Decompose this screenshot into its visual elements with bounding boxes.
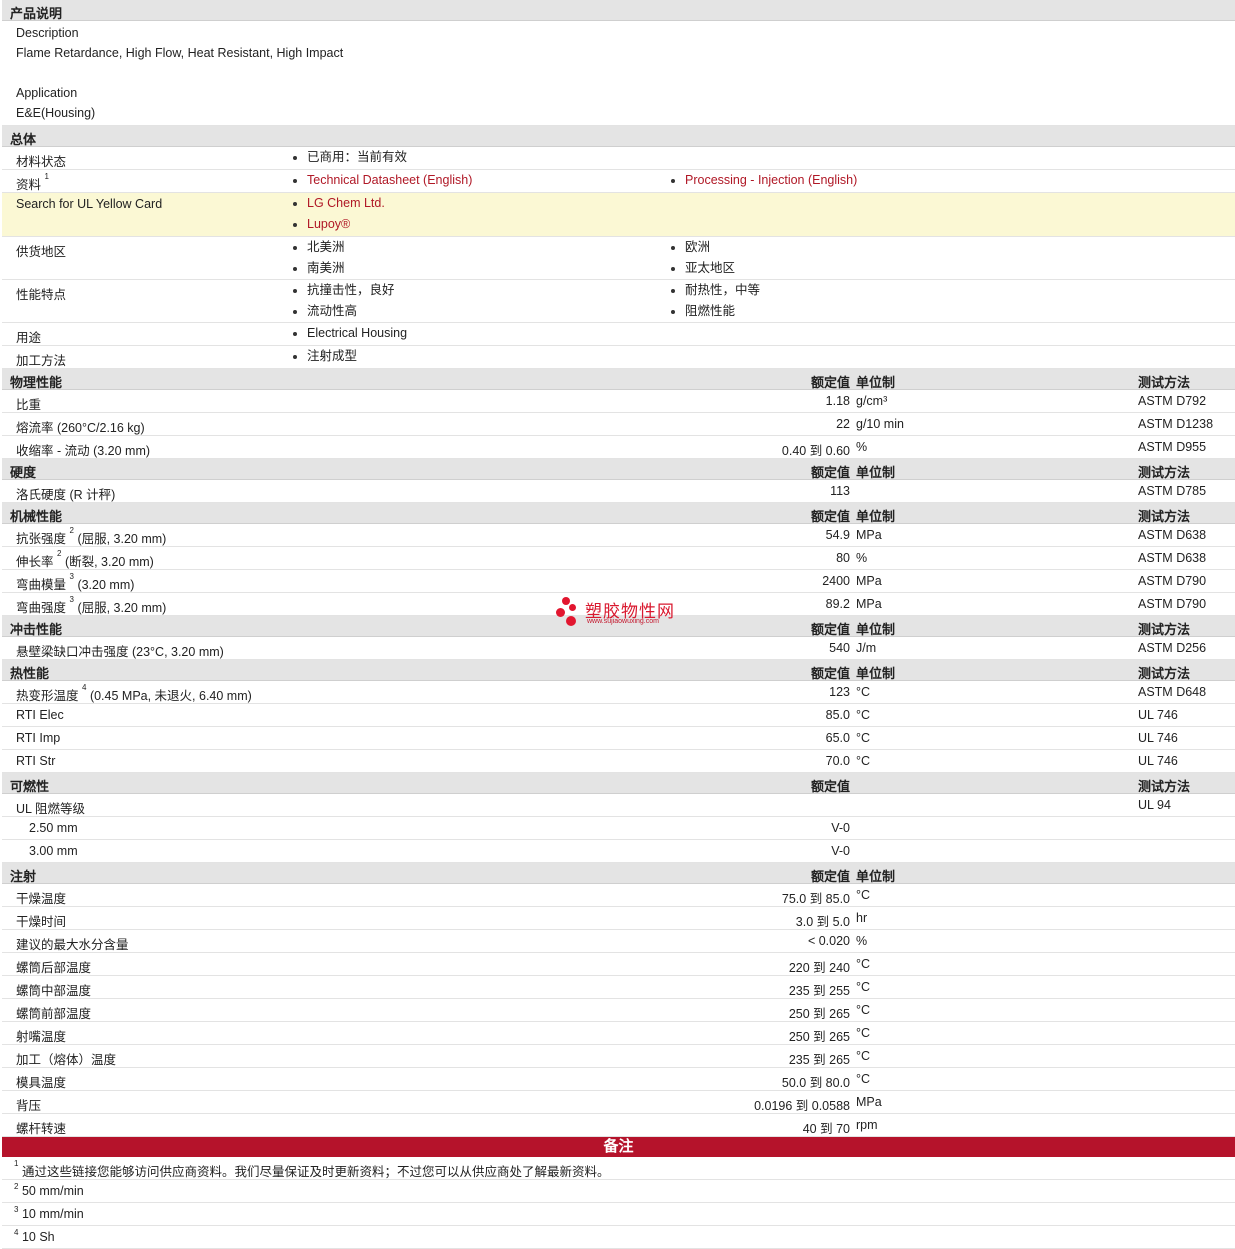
description-text: Flame Retardance, High Flow, Heat Resist… [16, 46, 344, 60]
logo-dots-icon [555, 595, 581, 629]
table-row: 比重 1.18 g/cm³ ASTM D792 [2, 390, 1235, 413]
table-row: RTI Str 70.0 °C UL 746 [2, 750, 1235, 773]
table-row: 螺筒前部温度 250 到 265 °C [2, 999, 1235, 1022]
description-label: Description [16, 26, 79, 40]
table-row: 干燥温度 75.0 到 85.0 °C [2, 884, 1235, 907]
table-row: 模具温度 50.0 到 80.0 °C [2, 1068, 1235, 1091]
lg-chem-link[interactable]: LG Chem Ltd. [292, 193, 385, 214]
table-row: 建议的最大水分含量 < 0.020% [2, 930, 1235, 953]
table-row: 洛氏硬度 (R 计秤) 113 ASTM D785 [2, 480, 1235, 503]
section-header-description: 产品说明 [2, 0, 1235, 21]
section-header-hardness: 硬度 额定值 单位制 测试方法 [2, 459, 1235, 480]
section-header-injection: 注射 额定值 单位制 [2, 863, 1235, 884]
datasheet: 产品说明 Description Flame Retardance, High … [2, 0, 1235, 1249]
row-features: 性能特点 抗撞击性，良好 流动性高 耐热性，中等 阻燃性能 [2, 280, 1235, 323]
table-row: 熔流率 (260°C/2.16 kg) 22 g/10 min ASTM D12… [2, 413, 1235, 436]
row-ul-yellow-card: Search for UL Yellow Card LG Chem Ltd. L… [2, 193, 1235, 237]
watermark-url: www.sujiaowuxing.com [587, 618, 659, 625]
table-row: RTI Imp 65.0 °C UL 746 [2, 727, 1235, 750]
table-row: 螺筒后部温度 220 到 240 °C [2, 953, 1235, 976]
footnote: 4 10 Sh [2, 1226, 1235, 1249]
footnote: 3 10 mm/min [2, 1203, 1235, 1226]
table-row: 螺杆转速 40 到 70 rpm [2, 1114, 1235, 1137]
list-item: 抗撞击性，良好 [292, 280, 395, 301]
table-row: 螺筒中部温度 235 到 255 °C [2, 976, 1235, 999]
list-item: 阻燃性能 [670, 301, 760, 322]
section-header-mechanical: 机械性能 额定值 单位制 测试方法 [2, 503, 1235, 524]
table-row: 3.00 mm V-0 [2, 840, 1235, 863]
table-row: 2.50 mm V-0 [2, 817, 1235, 840]
table-row: 悬壁梁缺口冲击强度 (23°C, 3.20 mm) 540 J/m ASTM D… [2, 637, 1235, 660]
list-item: Electrical Housing [292, 323, 407, 344]
description-block: Description Flame Retardance, High Flow,… [2, 21, 1235, 126]
list-item: 流动性高 [292, 301, 395, 322]
application-label: Application [16, 86, 78, 100]
table-row: UL 阻燃等级 UL 94 [2, 794, 1235, 817]
list-item: 注射成型 [292, 346, 357, 367]
list-item: 南美洲 [292, 258, 345, 279]
list-item: 北美洲 [292, 237, 345, 258]
application-text: E&E(Housing) [16, 106, 96, 120]
list-item: 欧洲 [670, 237, 735, 258]
table-row: 伸长率 2 (断裂, 3.20 mm) 80 % ASTM D638 [2, 547, 1235, 570]
footnote: 2 50 mm/min [2, 1180, 1235, 1203]
row-literature: 资料 1 Technical Datasheet (English) Proce… [2, 170, 1235, 193]
table-row: 干燥时间 3.0 到 5.0 hr [2, 907, 1235, 930]
lupoy-link[interactable]: Lupoy® [292, 214, 385, 235]
section-header-general: 总体 [2, 126, 1235, 147]
table-row: 收缩率 - 流动 (3.20 mm) 0.40 到 0.60 % ASTM D9… [2, 436, 1235, 459]
footnote: 1 通过这些链接您能够访问供应商资料。我们尽量保证及时更新资料；不过您可以从供应… [2, 1157, 1235, 1180]
section-header-physical: 物理性能 额定值 单位制 测试方法 [2, 369, 1235, 390]
technical-datasheet-link[interactable]: Technical Datasheet (English) [292, 170, 472, 191]
table-row: 抗张强度 2 (屈服, 3.20 mm) 54.9 MPa ASTM D638 [2, 524, 1235, 547]
section-header-thermal: 热性能 额定值 单位制 测试方法 [2, 660, 1235, 681]
watermark-logo: 塑胶物性网 www.sujiaowuxing.com [555, 595, 695, 629]
notes-header: 备注 [2, 1137, 1235, 1157]
table-row: 热变形温度 4 (0.45 MPa, 未退火, 6.40 mm) 123 °C … [2, 681, 1235, 704]
section-header-flammability: 可燃性 额定值 测试方法 [2, 773, 1235, 794]
table-row: RTI Elec 85.0 °C UL 746 [2, 704, 1235, 727]
list-item: 耐热性，中等 [670, 280, 760, 301]
row-uses: 用途 Electrical Housing [2, 323, 1235, 346]
table-row: 射嘴温度 250 到 265 °C [2, 1022, 1235, 1045]
table-row: 加工（熔体）温度 235 到 265 °C [2, 1045, 1235, 1068]
list-item: 已商用：当前有效 [292, 147, 407, 168]
table-row: 背压 0.0196 到 0.0588 MPa [2, 1091, 1235, 1114]
table-row: 弯曲模量 3 (3.20 mm) 2400 MPa ASTM D790 [2, 570, 1235, 593]
row-material-status: 材料状态 已商用：当前有效 [2, 147, 1235, 170]
row-processing-method: 加工方法 注射成型 [2, 346, 1235, 369]
list-item: 亚太地区 [670, 258, 735, 279]
row-availability: 供货地区 北美洲 南美洲 欧洲 亚太地区 [2, 237, 1235, 280]
processing-injection-link[interactable]: Processing - Injection (English) [670, 170, 857, 191]
